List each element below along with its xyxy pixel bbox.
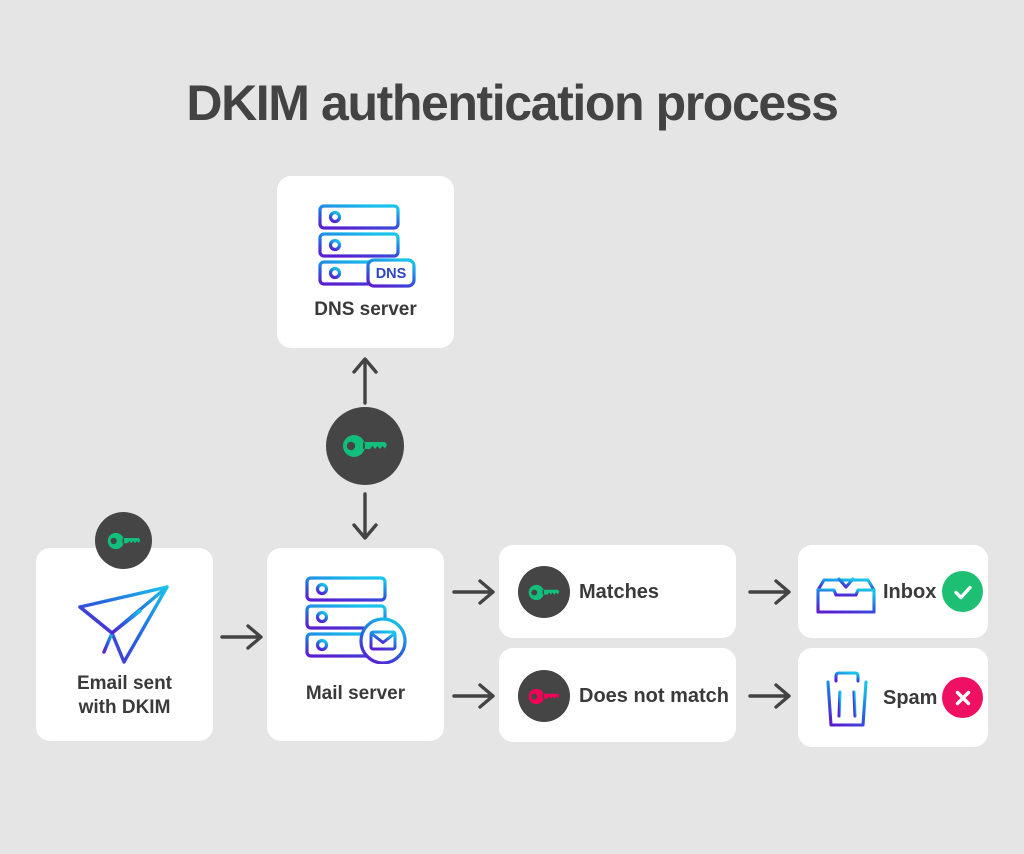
dns-server-card[interactable]: DNS DNS server: [277, 176, 454, 348]
arrow-nomatch-to-spam: [748, 683, 791, 709]
email-key-badge[interactable]: [95, 512, 152, 569]
email-sent-card[interactable]: Email sent with DKIM: [36, 548, 213, 741]
arrow-dns-to-mail: [352, 492, 378, 540]
pink-key-icon: [528, 688, 560, 704]
arrow-email-to-mailserver: [220, 624, 263, 650]
dns-server-label: DNS server: [314, 299, 417, 320]
mail-server-card[interactable]: Mail server: [267, 548, 444, 741]
email-sent-label: Email sent with DKIM: [76, 673, 173, 718]
dns-badge-text: DNS: [376, 266, 407, 282]
mail-server-label: Mail server: [305, 683, 406, 704]
green-key-icon: [107, 532, 140, 549]
diagram-canvas: DKIM authentication process DNS DNS serv…: [0, 0, 1024, 854]
does-not-match-card[interactable]: Does not match: [499, 648, 736, 742]
page-title: DKIM authentication process: [186, 75, 839, 131]
arrow-mailserver-to-matches: [452, 579, 495, 605]
arrow-mail-to-dns: [352, 357, 378, 405]
trash-can-icon: [820, 671, 874, 727]
does-not-match-label: Does not match: [579, 685, 730, 707]
dns-server-icon: DNS: [318, 204, 416, 288]
inbox-tray-icon: [816, 568, 876, 614]
matches-label: Matches: [579, 581, 660, 603]
key-transit-badge[interactable]: [326, 407, 404, 485]
mail-server-icon: [305, 576, 407, 664]
nomatch-key-badge: [518, 670, 570, 722]
green-key-icon: [528, 584, 560, 600]
green-key-icon: [343, 435, 387, 457]
arrow-mailserver-to-nomatch: [452, 683, 495, 709]
inbox-label: Inbox: [883, 581, 937, 603]
spam-card[interactable]: Spam: [798, 648, 988, 747]
check-circle-icon: [942, 571, 983, 612]
arrow-matches-to-inbox: [748, 579, 791, 605]
x-circle-icon: [942, 677, 983, 718]
paper-plane-icon: [78, 585, 169, 664]
inbox-card[interactable]: Inbox: [798, 545, 988, 638]
matches-card[interactable]: Matches: [499, 545, 736, 638]
matches-key-badge: [518, 566, 570, 618]
spam-label: Spam: [883, 687, 938, 709]
